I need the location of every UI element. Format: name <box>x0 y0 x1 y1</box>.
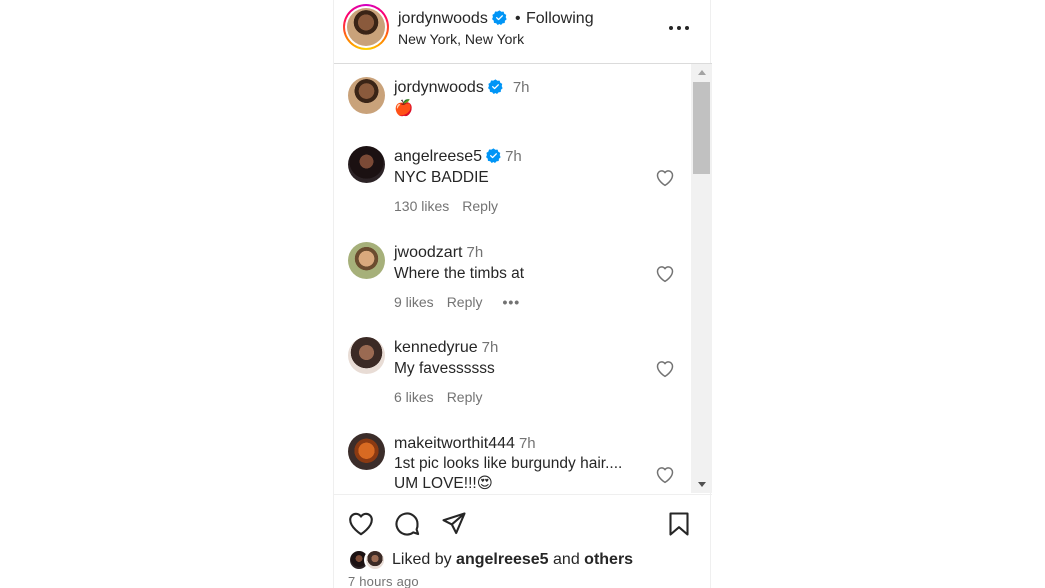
comment-time[interactable]: 7h <box>482 339 499 356</box>
list-item: kennedyrue 7h My favessssss 6 likes Reply <box>334 336 691 416</box>
comment-time[interactable]: 7h <box>513 79 530 96</box>
comment-like-heart-icon[interactable] <box>655 168 675 187</box>
comments-scrollbar[interactable] <box>691 64 712 493</box>
author-username[interactable]: jordynwoods <box>398 10 507 28</box>
reply-button[interactable]: Reply <box>447 389 483 405</box>
caption-text: 🍎 <box>394 100 414 117</box>
comment-text-line: UM LOVE!!!😍 <box>394 475 493 492</box>
list-item: angelreese5 7h NYC BADDIE 130 likes Reply <box>334 144 691 224</box>
comment-meta: 9 likes Reply ••• <box>394 294 520 310</box>
comment-text: NYC BADDIE <box>394 169 489 186</box>
avatar[interactable] <box>348 77 385 114</box>
liked-by-text: Liked by angelreese5 and others <box>392 551 633 569</box>
avatar-image <box>347 8 385 46</box>
post-location[interactable]: New York, New York <box>398 31 524 47</box>
comment-username[interactable]: kennedyrue 7h <box>394 339 498 357</box>
comment-like-heart-icon[interactable] <box>655 264 675 283</box>
comment-username-text[interactable]: makeitworthit444 <box>394 435 515 452</box>
scroll-up-arrow-icon[interactable] <box>698 70 706 75</box>
post-timestamp[interactable]: 7 hours ago <box>348 574 419 588</box>
comment-likes[interactable]: 9 likes <box>394 294 434 310</box>
reply-button[interactable]: Reply <box>462 198 498 214</box>
share-icon[interactable] <box>440 510 468 538</box>
post-header: jordynwoods • Following New York, New Yo… <box>334 0 712 64</box>
comment-likes[interactable]: 130 likes <box>394 198 449 214</box>
comment-username-text[interactable]: angelreese5 <box>394 148 482 165</box>
verified-badge-icon <box>487 79 503 94</box>
author-avatar[interactable] <box>343 4 389 50</box>
comment-text: 1st pic looks like burgundy hair.... UM … <box>394 454 622 493</box>
avatar[interactable] <box>348 146 385 183</box>
post-actions: Liked by angelreese5 and others 7 hours … <box>334 494 712 588</box>
comment-username[interactable]: angelreese5 7h <box>394 148 522 166</box>
caption-item: jordynwoods 7h 🍎 <box>334 74 691 134</box>
bookmark-icon[interactable] <box>665 510 693 538</box>
comment-username[interactable]: jwoodzart 7h <box>394 244 483 262</box>
comment-text-line: 1st pic looks like burgundy hair.... <box>394 455 623 472</box>
comment-options-icon[interactable]: ••• <box>502 294 520 310</box>
comment-username[interactable]: makeitworthit444 7h <box>394 435 536 453</box>
comment-time[interactable]: 7h <box>519 435 536 452</box>
comment-time[interactable]: 7h <box>505 148 522 165</box>
liked-by-prefix: Liked by <box>392 551 452 568</box>
liked-by-and: and <box>553 551 580 568</box>
liker-avatar[interactable] <box>364 549 386 571</box>
comment-username-text[interactable]: jwoodzart <box>394 244 462 261</box>
scroll-down-arrow-icon[interactable] <box>698 482 706 487</box>
comment-time[interactable]: 7h <box>466 244 483 261</box>
list-item: jwoodzart 7h Where the timbs at 9 likes Re… <box>334 240 691 320</box>
avatar[interactable] <box>348 433 385 470</box>
comment-likes[interactable]: 6 likes <box>394 389 434 405</box>
reply-button[interactable]: Reply <box>447 294 483 310</box>
comment-icon[interactable] <box>393 510 421 538</box>
following-button[interactable]: Following <box>526 10 594 28</box>
comments-list[interactable]: jordynwoods 7h 🍎 angelreese5 7h NYC BADDIE… <box>334 64 691 493</box>
author-username-text[interactable]: jordynwoods <box>398 10 488 27</box>
verified-badge-icon <box>486 148 501 163</box>
avatar[interactable] <box>348 337 385 374</box>
post-panel: jordynwoods • Following New York, New Yo… <box>333 0 712 588</box>
heart-icon[interactable] <box>347 510 375 538</box>
liked-by-others[interactable]: others <box>584 551 633 568</box>
comment-username[interactable]: jordynwoods 7h <box>394 79 530 97</box>
comment-text: Where the timbs at <box>394 265 525 282</box>
scroll-thumb[interactable] <box>693 82 710 174</box>
comment-username-text[interactable]: kennedyrue <box>394 339 478 356</box>
comment-text: My favessssss <box>394 360 495 377</box>
header-separator: • <box>515 10 521 27</box>
comment-like-heart-icon[interactable] <box>655 465 675 484</box>
comment-meta: 6 likes Reply <box>394 389 482 405</box>
comment-meta: 130 likes Reply <box>394 198 498 214</box>
comment-username-text[interactable]: jordynwoods <box>394 79 484 96</box>
liked-by-row: Liked by angelreese5 and others <box>348 549 708 571</box>
more-horizontal-icon[interactable] <box>668 18 690 38</box>
comment-like-heart-icon[interactable] <box>655 359 675 378</box>
avatar[interactable] <box>348 242 385 279</box>
list-item: makeitworthit444 7h 1st pic looks like bu… <box>334 431 691 493</box>
verified-badge-icon <box>491 10 507 25</box>
liked-by-user[interactable]: angelreese5 <box>456 551 549 568</box>
